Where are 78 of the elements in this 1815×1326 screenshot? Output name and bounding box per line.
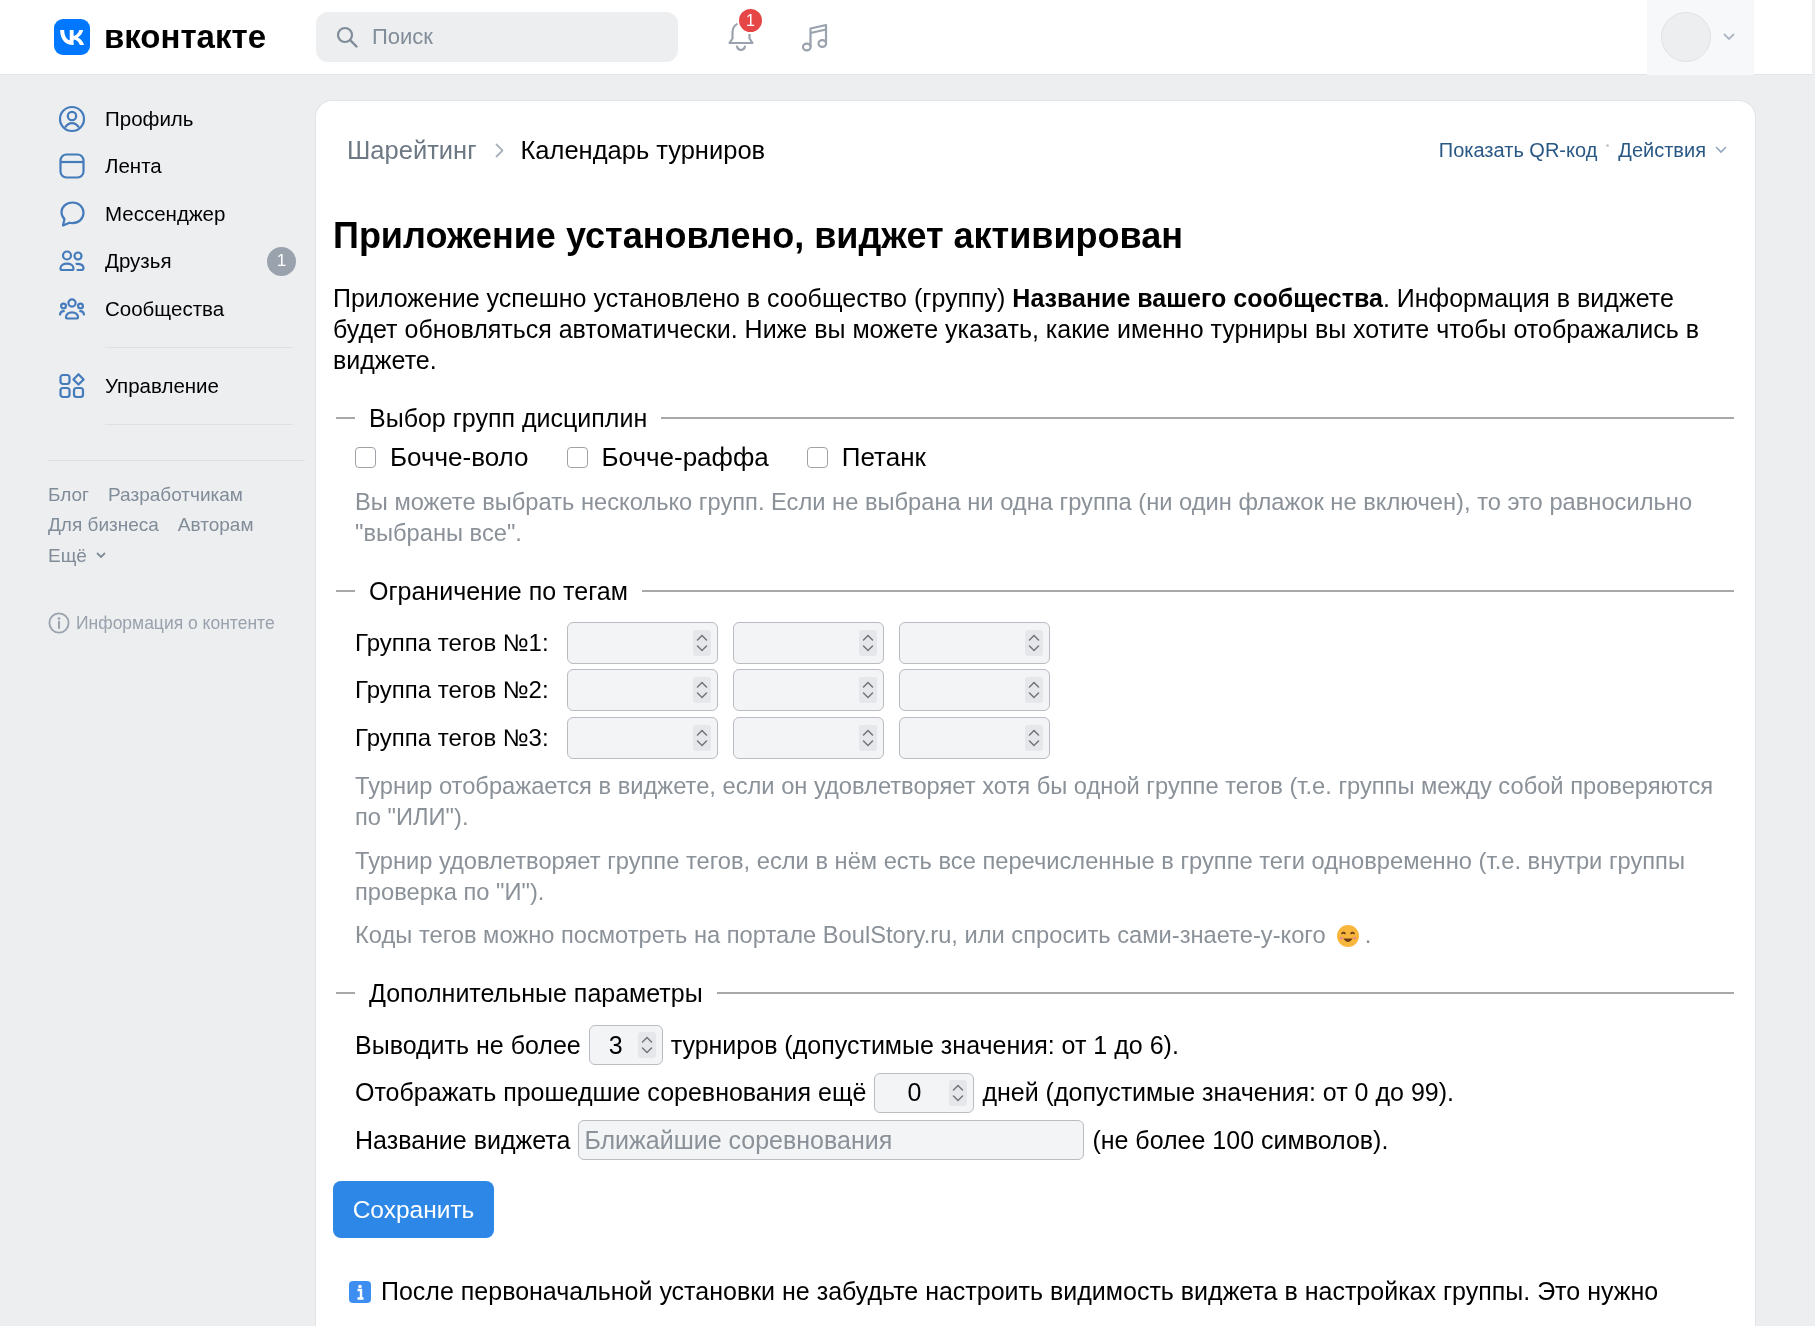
- spinner-icon[interactable]: [637, 1032, 656, 1058]
- page-title: Приложение установлено, виджет активирован: [333, 215, 1185, 257]
- search-icon: [336, 26, 358, 48]
- field-label: Группа тегов №2:: [355, 676, 550, 704]
- sidebar-item[interactable]: Управление: [48, 362, 303, 410]
- number-field[interactable]: [567, 669, 718, 711]
- spinner-icon[interactable]: [693, 629, 711, 656]
- hint-text: Вы можете выбрать несколько групп. Если не выбрана ни одна группа (ни один флажок не включен), то это равносильно "выбраны все".: [355, 487, 1694, 548]
- number-field[interactable]: [899, 621, 1050, 664]
- checkbox-label[interactable]: Бочче-раффа: [601, 441, 769, 473]
- number-field[interactable]: [567, 621, 718, 664]
- section-legend: Выбор групп дисциплин: [355, 403, 662, 433]
- info-icon: [48, 612, 70, 634]
- info-icon: [349, 1280, 371, 1303]
- actions-menu[interactable]: Действия: [1618, 138, 1727, 162]
- hint-text: Коды тегов можно посмотреть на портале BoulStory.ru, или спросить сами-знаете-у-кого: [355, 921, 1326, 950]
- field-label: Группа тегов №3:: [355, 723, 550, 752]
- spinner-icon[interactable]: [859, 677, 877, 703]
- number-field[interactable]: [899, 669, 1050, 711]
- intro-text: Приложение успешно установлено в сообщество (группу) Название вашего сообщества. Информация в виджете будет обновляться автоматически. Ниже вы можете указать, какие именно турниры вы хотите чтобы отображались в виджете.: [333, 283, 1700, 376]
- spinner-icon[interactable]: [1025, 724, 1043, 751]
- count-badge: 1: [267, 246, 296, 276]
- checkbox[interactable]: [806, 446, 828, 468]
- spinner-icon[interactable]: [1025, 629, 1043, 656]
- checkbox[interactable]: [355, 446, 376, 468]
- chevron-right-icon: [495, 142, 505, 158]
- chevron-down-icon: [1715, 146, 1727, 154]
- number-field[interactable]: [733, 716, 884, 759]
- number-field[interactable]: 0: [874, 1072, 975, 1113]
- field-note: турниров (допустимые значения: от 1 до 6).: [670, 1030, 1179, 1060]
- text-field[interactable]: Ближайшие соревнования: [578, 1120, 1085, 1160]
- chevron-down-icon: [1723, 33, 1735, 41]
- spinner-icon[interactable]: [949, 1079, 968, 1106]
- field-label: Название виджета: [355, 1125, 571, 1155]
- breadcrumb-link[interactable]: Шарейтинг: [347, 135, 477, 165]
- spinner-icon[interactable]: [693, 724, 711, 751]
- sidebar-item[interactable]: Профиль: [48, 95, 303, 143]
- spinner-icon[interactable]: [1025, 677, 1043, 703]
- smiley-icon: [1335, 923, 1360, 948]
- logo-text[interactable]: вконтакте: [104, 18, 266, 56]
- notification-badge: 1: [737, 7, 764, 34]
- spinner-icon[interactable]: [693, 677, 711, 703]
- hint-text: Турнир отображается в виджете, если он удовлетворяет хотя бы одной группе тегов (т.е. группы между собой проверяются по "ИЛИ").: [355, 772, 1715, 832]
- search-field[interactable]: Поиск: [316, 12, 678, 62]
- number-field[interactable]: [733, 669, 884, 711]
- field-note: дней (допустимые значения: от 0 до 99).: [982, 1078, 1454, 1107]
- number-field[interactable]: [567, 716, 718, 759]
- sidebar-item[interactable]: Друзья 1: [48, 237, 303, 285]
- chevron-down-icon: [95, 552, 106, 560]
- avatar-placeholder: [1661, 12, 1711, 62]
- logo-icon[interactable]: [54, 19, 90, 55]
- save-button[interactable]: Сохранить: [333, 1181, 494, 1238]
- profile-icon: [58, 104, 86, 133]
- checkbox-label[interactable]: Петанк: [841, 441, 926, 473]
- field-label: Выводить не более: [355, 1030, 581, 1060]
- field-note: (не более 100 символов).: [1092, 1125, 1389, 1155]
- breadcrumb-current: Календарь турниров: [520, 135, 766, 165]
- spinner-icon[interactable]: [859, 629, 877, 656]
- field-label: Отображать прошедшие соревнования ещё: [355, 1078, 867, 1107]
- checkbox-label[interactable]: Бочче-воло: [390, 441, 529, 473]
- speech-bubble-icon: [58, 199, 86, 228]
- sidebar-item[interactable]: Лента: [48, 142, 303, 190]
- section-legend: Ограничение по тегам: [355, 575, 642, 606]
- sidebar-item[interactable]: Сообщества: [48, 285, 303, 333]
- qr-code-link[interactable]: Показать QR-код: [1438, 138, 1598, 162]
- field-label: Группа тегов №1:: [355, 628, 550, 657]
- hint-text: Турнир удовлетворяет группе тегов, если в нём есть все перечисленные в группе теги одновременно (т.е. внутри группы проверка по "И").: [355, 846, 1686, 907]
- number-field[interactable]: 3: [588, 1025, 663, 1065]
- number-field[interactable]: [733, 621, 884, 664]
- number-field[interactable]: [899, 716, 1050, 759]
- apps-grid-icon: [58, 371, 86, 400]
- checkbox[interactable]: [566, 446, 588, 468]
- hint-text: .: [1364, 921, 1372, 950]
- sidebar-item[interactable]: Мессенджер: [48, 190, 303, 238]
- section-legend: Дополнительные параметры: [355, 978, 717, 1008]
- spinner-icon[interactable]: [859, 724, 877, 751]
- feed-icon: [58, 152, 86, 181]
- notice-text: После первоначальной установки не забудьте настроить видимость виджета в настройках группы. Это нужно: [381, 1276, 1659, 1307]
